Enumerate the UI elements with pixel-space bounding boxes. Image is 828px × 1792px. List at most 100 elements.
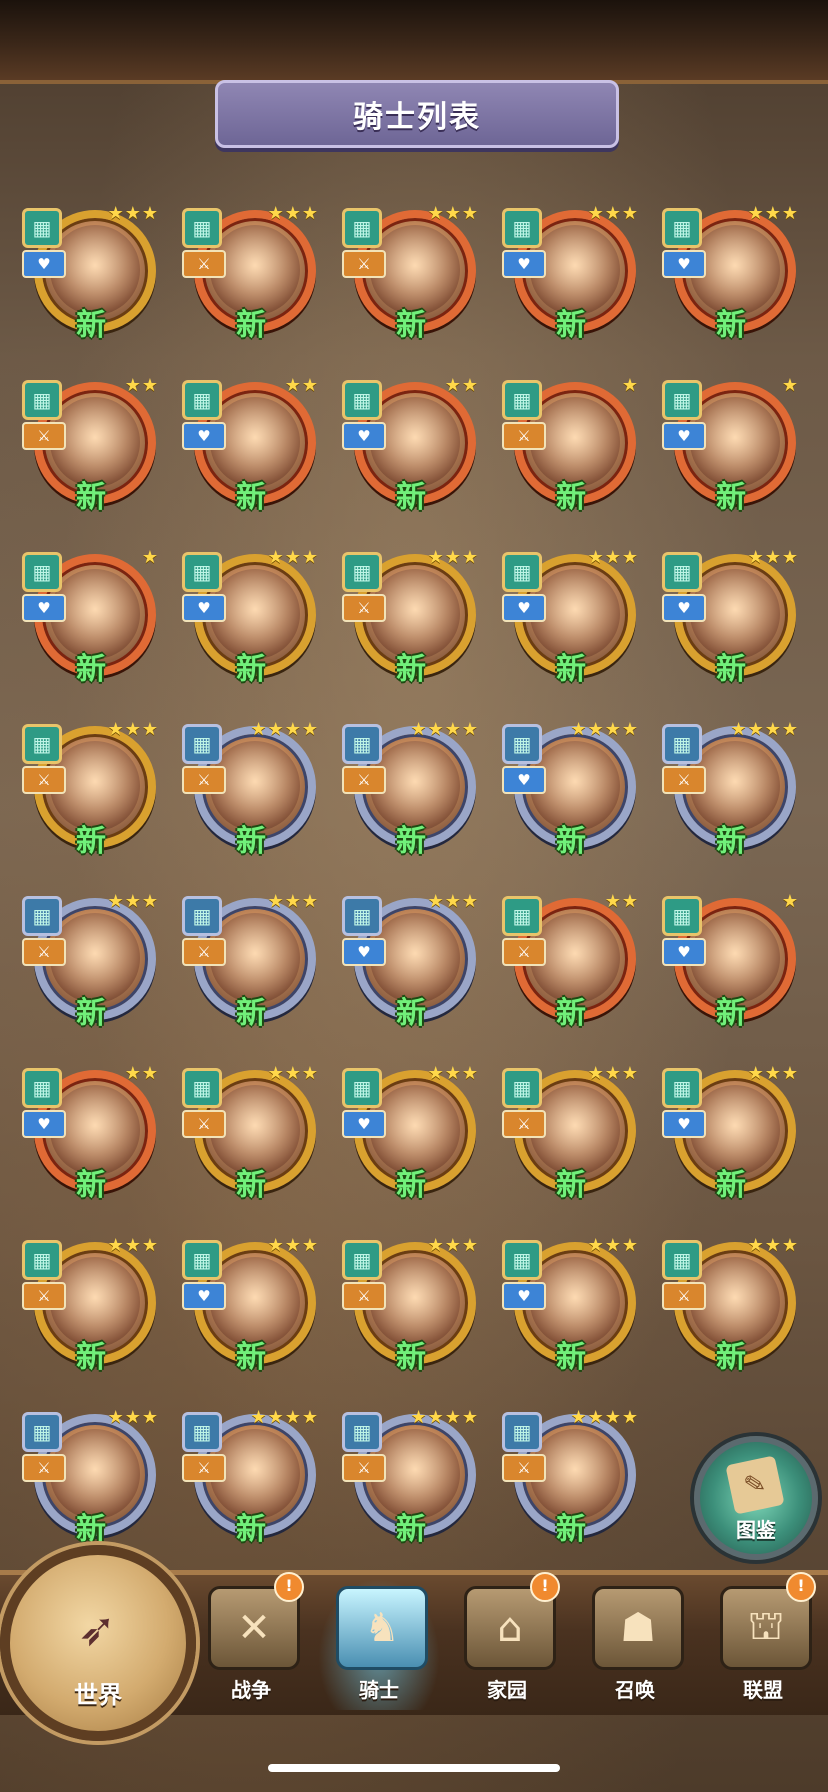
star-icon: ★ <box>427 1235 444 1256</box>
new-label: 新 <box>716 1168 746 1203</box>
knight-card[interactable]: ★ ★ ★ ▦ ⚔ 新 <box>342 544 480 694</box>
new-label: 新 <box>236 652 266 687</box>
star-icon: ★ <box>124 1063 141 1084</box>
new-label: 新 <box>396 996 426 1031</box>
star-icon: ★ <box>764 547 781 568</box>
heart-icon: ♥ <box>502 250 546 278</box>
knight-card[interactable]: ★ ▦ ♥ 新 <box>662 372 800 522</box>
knight-card[interactable]: ★ ★ ★ ▦ ⚔ 新 <box>342 1232 480 1382</box>
new-label: 新 <box>236 480 266 515</box>
heart-icon: ♥ <box>662 1110 706 1138</box>
star-icon: ★ <box>250 719 267 740</box>
sword-icon: ⚔ <box>342 1454 386 1482</box>
codex-button[interactable]: ✎ 图鉴 <box>694 1436 818 1560</box>
grid-icon: ▦ <box>672 560 692 584</box>
compass-icon: ➶ <box>77 1602 117 1656</box>
knight-card[interactable]: ★ ★ ★ ▦ ⚔ 新 <box>22 888 160 1038</box>
new-label: 新 <box>556 1168 586 1203</box>
knight-card[interactable]: ★ ★ ▦ ⚔ 新 <box>22 372 160 522</box>
knight-card[interactable]: ★ ★ ★ ★ ▦ ⚔ 新 <box>662 716 800 866</box>
sword-icon: ⚔ <box>502 1454 546 1482</box>
star-icon: ★ <box>141 547 158 568</box>
star-icon: ★ <box>461 203 478 224</box>
knight-card[interactable]: ★ ▦ ⚔ 新 <box>502 372 640 522</box>
formation-badge-icon: ▦ <box>662 1068 702 1108</box>
star-rating: ★ ★ ★ <box>254 546 318 570</box>
knight-card[interactable]: ★ ★ ★ ★ ▦ ♥ 新 <box>502 716 640 866</box>
star-icon: ★ <box>444 891 461 912</box>
knight-card[interactable]: ★ ★ ★ ▦ ♥ 新 <box>502 1232 640 1382</box>
knight-card[interactable]: ★ ★ ★ ▦ ♥ 新 <box>662 544 800 694</box>
knight-card[interactable]: ★ ★ ★ ▦ ⚔ 新 <box>502 1060 640 1210</box>
star-icon: ★ <box>107 891 124 912</box>
knight-card[interactable]: ★ ★ ▦ ♥ 新 <box>22 1060 160 1210</box>
knight-card[interactable]: ★ ★ ★ ★ ▦ ⚔ 新 <box>342 1404 480 1554</box>
new-label: 新 <box>76 1168 106 1203</box>
heart-icon: ♥ <box>662 250 706 278</box>
star-icon: ★ <box>444 375 461 396</box>
star-rating: ★ ★ ★ <box>414 1234 478 1258</box>
star-rating: ★ ★ ★ <box>734 202 798 226</box>
grid-icon: ▦ <box>32 904 52 928</box>
knight-card[interactable]: ★ ★ ★ ▦ ♥ 新 <box>182 1232 320 1382</box>
heart-icon: ♥ <box>182 422 226 450</box>
knight-card[interactable]: ★ ★ ★ ▦ ♥ 新 <box>502 544 640 694</box>
knight-card[interactable]: ★ ★ ★ ★ ▦ ⚔ 新 <box>502 1404 640 1554</box>
grid-icon: ▦ <box>352 560 372 584</box>
grid-icon: ▦ <box>32 1420 52 1444</box>
knight-card[interactable]: ★ ★ ★ ▦ ⚔ 新 <box>662 1232 800 1382</box>
formation-badge-icon: ▦ <box>182 724 222 764</box>
knight-card[interactable]: ★ ★ ★ ▦ ⚔ 新 <box>22 716 160 866</box>
star-icon: ★ <box>747 203 764 224</box>
star-icon: ★ <box>124 203 141 224</box>
sword-icon: ⚔ <box>22 1282 66 1310</box>
tab-home[interactable]: ⌂ ! 家园 <box>446 1572 568 1710</box>
star-icon: ★ <box>604 1407 621 1428</box>
home-indicator[interactable] <box>268 1764 560 1772</box>
star-icon: ★ <box>427 719 444 740</box>
star-icon: ★ <box>410 1407 427 1428</box>
new-label: 新 <box>236 1168 266 1203</box>
knight-card[interactable]: ★ ★ ★ ▦ ♥ 新 <box>182 544 320 694</box>
star-icon: ★ <box>427 547 444 568</box>
knight-card[interactable]: ★ ★ ★ ▦ ♥ 新 <box>342 888 480 1038</box>
formation-badge-icon: ▦ <box>22 1068 62 1108</box>
knight-card[interactable]: ★ ★ ★ ▦ ♥ 新 <box>662 1060 800 1210</box>
tab-war[interactable]: ✕ ! 战争 <box>190 1572 312 1710</box>
star-rating: ★ <box>94 546 158 570</box>
tab-knights[interactable]: ♞ 骑士 <box>318 1578 440 1710</box>
knight-card[interactable]: ★ ★ ▦ ♥ 新 <box>182 372 320 522</box>
knight-card[interactable]: ★ ★ ★ ▦ ♥ 新 <box>502 200 640 350</box>
knight-card[interactable]: ★ ▦ ♥ 新 <box>22 544 160 694</box>
knight-card[interactable]: ★ ★ ★ ▦ ⚔ 新 <box>342 200 480 350</box>
star-icon: ★ <box>124 1235 141 1256</box>
star-icon: ★ <box>301 719 318 740</box>
star-rating: ★ ★ ★ <box>574 1062 638 1086</box>
tab-label: 骑士 <box>359 1678 399 1702</box>
knight-card[interactable]: ★ ★ ★ ▦ ⚔ 新 <box>182 888 320 1038</box>
knight-card[interactable]: ★ ★ ▦ ♥ 新 <box>342 372 480 522</box>
star-icon: ★ <box>747 1235 764 1256</box>
knight-card[interactable]: ★ ★ ★ ▦ ♥ 新 <box>662 200 800 350</box>
knight-card[interactable]: ★ ★ ▦ ⚔ 新 <box>502 888 640 1038</box>
star-rating: ★ <box>734 374 798 398</box>
star-icon: ★ <box>604 547 621 568</box>
knight-card[interactable]: ★ ▦ ♥ 新 <box>662 888 800 1038</box>
knight-card[interactable]: ★ ★ ★ ▦ ⚔ 新 <box>22 1404 160 1554</box>
world-button[interactable]: ➶ 世界 <box>0 1545 196 1741</box>
star-icon: ★ <box>621 1235 638 1256</box>
knight-card[interactable]: ★ ★ ★ ★ ▦ ⚔ 新 <box>182 1404 320 1554</box>
tab-summon[interactable]: ☗ 召唤 <box>574 1578 696 1710</box>
knight-card[interactable]: ★ ★ ★ ▦ ⚔ 新 <box>22 1232 160 1382</box>
heart-icon: ♥ <box>502 766 546 794</box>
knight-card[interactable]: ★ ★ ★ ▦ ⚔ 新 <box>182 200 320 350</box>
knight-card[interactable]: ★ ★ ★ ▦ ♥ 新 <box>22 200 160 350</box>
knight-card[interactable]: ★ ★ ★ ★ ▦ ⚔ 新 <box>342 716 480 866</box>
tab-alliance[interactable]: ⛫ ! 联盟 <box>702 1572 824 1710</box>
star-icon: ★ <box>284 203 301 224</box>
knight-card[interactable]: ★ ★ ★ ▦ ⚔ 新 <box>182 1060 320 1210</box>
knight-card[interactable]: ★ ★ ★ ▦ ♥ 新 <box>342 1060 480 1210</box>
star-icon: ★ <box>764 1235 781 1256</box>
star-icon: ★ <box>587 203 604 224</box>
knight-card[interactable]: ★ ★ ★ ★ ▦ ⚔ 新 <box>182 716 320 866</box>
